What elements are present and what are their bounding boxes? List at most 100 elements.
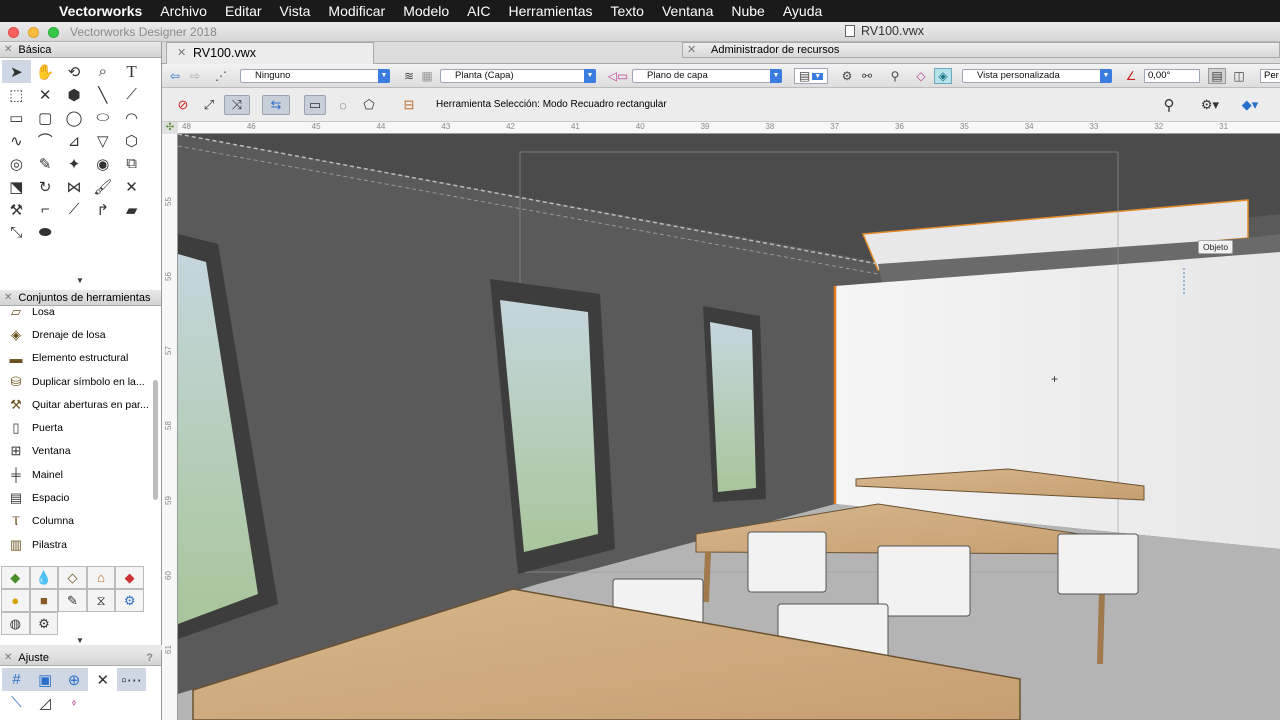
snap-object-icon[interactable]: ▣: [30, 668, 60, 691]
menu-nube[interactable]: Nube: [722, 3, 773, 19]
flyover-icon[interactable]: ⬢: [60, 83, 89, 106]
layer-options-icon[interactable]: ▦: [418, 68, 436, 84]
selection-tool-icon[interactable]: ➤: [2, 60, 31, 83]
building-toolset-icon[interactable]: ⌂: [86, 566, 116, 589]
water-toolset-icon[interactable]: 💧: [29, 566, 59, 589]
eyedropper-icon[interactable]: ✎: [31, 152, 60, 175]
toolsets-dropdown-arrow-icon[interactable]: ▼: [0, 636, 160, 646]
toolset-item-mainel[interactable]: ╪ Mainel: [0, 463, 161, 486]
menu-editar[interactable]: Editar: [216, 3, 271, 19]
site-toolset-icon[interactable]: ◆: [1, 566, 30, 589]
chamfer-icon[interactable]: ⟋: [60, 198, 89, 221]
snap-surface-icon[interactable]: ◿: [31, 691, 60, 714]
class-select[interactable]: Ninguno ▼: [240, 69, 390, 83]
standard-view-icon[interactable]: ◈: [934, 68, 952, 84]
shapes-toolset-icon[interactable]: ◆: [115, 566, 144, 589]
toolset-item-losa[interactable]: ▱ Losa: [0, 300, 161, 323]
clip-icon[interactable]: ⧉: [117, 152, 146, 175]
spiral-icon[interactable]: ◎: [2, 152, 31, 175]
angle-axis-icon[interactable]: ∠: [1122, 68, 1140, 84]
close-tab-icon[interactable]: ✕: [687, 43, 696, 56]
split-view-icon[interactable]: ◫: [1230, 68, 1248, 84]
eraser-icon[interactable]: ▰: [117, 198, 146, 221]
plane-select[interactable]: Plano de capa ▼: [632, 69, 782, 83]
toolset-item-espacio[interactable]: ▤ Espacio: [0, 486, 161, 509]
menu-aic[interactable]: AIC: [458, 3, 499, 19]
toolset-item-pilastra[interactable]: ▥ Pilastra: [0, 533, 161, 556]
menu-modificar[interactable]: Modificar: [319, 3, 394, 19]
furniture-toolset-icon[interactable]: ■: [29, 589, 59, 612]
close-tab-icon[interactable]: ✕: [177, 46, 186, 59]
layers-icon[interactable]: ≋: [400, 68, 418, 84]
x-marker-icon[interactable]: ✕: [31, 83, 60, 106]
disable-interactive-scaling-icon[interactable]: ⊘: [172, 95, 194, 115]
double-line-icon[interactable]: ⟋: [117, 83, 146, 106]
layer-plane-icon[interactable]: ◁▭: [606, 68, 630, 84]
mirror-icon[interactable]: ⋈: [60, 175, 89, 198]
toolset-item-elemento[interactable]: ▬ Elemento estructural: [0, 347, 161, 370]
rounded-rectangle-icon[interactable]: ▢: [31, 106, 60, 129]
tool-preferences-icon[interactable]: ⊟: [396, 95, 422, 115]
menu-herramientas[interactable]: Herramientas: [499, 3, 601, 19]
freehand-icon[interactable]: ∿: [2, 129, 31, 152]
hexagon-icon[interactable]: ⬡: [117, 129, 146, 152]
settings-gear-icon[interactable]: ⚙▾: [1196, 95, 1224, 115]
horizontal-ruler[interactable]: 48 46 45 44 43 42 41 40 39 38 37 36 35 34 33 32 31: [178, 122, 1280, 134]
toolset-item-drenaje[interactable]: ◈ Drenaje de losa: [0, 323, 161, 346]
snap-tangent-icon[interactable]: ⟍: [2, 691, 31, 714]
angle-field[interactable]: 0,00°: [1144, 69, 1200, 83]
oval-tool-icon[interactable]: ⬭: [88, 106, 117, 129]
toolset-item-ventana[interactable]: ⊞ Ventana: [0, 440, 161, 463]
tab-rv100[interactable]: ✕ RV100.vwx: [166, 42, 374, 64]
rotate-tool-icon[interactable]: ↻: [31, 175, 60, 198]
back-arrow-icon[interactable]: ⇦: [166, 68, 184, 84]
working-plane-icon[interactable]: ◇: [912, 68, 930, 84]
detail-toolset-icon[interactable]: ⧖: [86, 589, 116, 612]
render-settings-icon[interactable]: ⚙: [838, 68, 856, 84]
polyline-icon[interactable]: ⌒: [31, 129, 60, 152]
close-window-button[interactable]: [8, 27, 19, 38]
pan-hand-icon[interactable]: ✋: [31, 60, 60, 83]
polygon-marquee-icon[interactable]: ⬠: [358, 95, 380, 115]
ruler-origin-icon[interactable]: ✣: [162, 122, 178, 134]
machine-toolset-icon[interactable]: ⚙: [115, 589, 144, 612]
menu-vista[interactable]: Vista: [271, 3, 320, 19]
line-tool-icon[interactable]: ╲: [88, 83, 117, 106]
toolset-scrollbar[interactable]: [153, 380, 158, 500]
toolset-item-columna[interactable]: Ⲧ Columna: [0, 510, 161, 533]
snap-angle-icon[interactable]: ⊕: [59, 668, 89, 691]
reshape-icon[interactable]: ⬔: [2, 175, 31, 198]
fillet-icon[interactable]: ⌐: [31, 198, 60, 221]
marquee-icon[interactable]: ⬚: [2, 83, 31, 106]
rectangular-marquee-icon[interactable]: ▭: [304, 95, 326, 115]
menu-ventana[interactable]: Ventana: [653, 3, 722, 19]
slab-toolset-icon[interactable]: ◇: [58, 566, 87, 589]
perspective-select[interactable]: Per: [1260, 69, 1280, 83]
navigation-palette-icon[interactable]: ▤: [1208, 68, 1226, 84]
hidden-line-icon[interactable]: ⚯: [858, 68, 876, 84]
offset-icon[interactable]: ↱: [88, 198, 117, 221]
multiple-object-scaling-icon[interactable]: ⤨: [224, 95, 250, 115]
zoom-window-button[interactable]: [48, 27, 59, 38]
close-icon[interactable]: ✕: [4, 44, 12, 55]
toolset-item-duplicar[interactable]: ⛁ Duplicar símbolo en la...: [0, 370, 161, 393]
lasso-marquee-icon[interactable]: ◌: [332, 95, 354, 115]
rotate-view-icon[interactable]: ⟲: [60, 60, 89, 83]
single-object-scaling-icon[interactable]: ⤢: [198, 95, 220, 115]
help-icon[interactable]: ?: [146, 652, 153, 664]
palette-dropdown-arrow-icon[interactable]: ▼: [0, 276, 160, 286]
menu-archivo[interactable]: Archivo: [151, 3, 216, 19]
annotation-toolset-icon[interactable]: ✎: [58, 589, 87, 612]
transform-mode-icon[interactable]: ⇆: [262, 95, 290, 115]
view-select[interactable]: Vista personalizada ▼: [962, 69, 1112, 83]
vertical-ruler[interactable]: 55 56 57 58 59 60 61: [162, 122, 178, 720]
class-visibility-icon[interactable]: ⋰: [212, 68, 230, 84]
visibility-icon[interactable]: ◉: [88, 152, 117, 175]
render-shortcut-icon[interactable]: ◆▾: [1236, 95, 1264, 115]
toolset-item-puerta[interactable]: ▯ Puerta: [0, 416, 161, 439]
zoom-tool-icon[interactable]: ⚲: [886, 68, 904, 84]
drawing-canvas[interactable]: Objeto +: [178, 134, 1280, 720]
snap-intersection-icon[interactable]: ✕: [88, 668, 117, 691]
attribute-mapping-icon[interactable]: ⚒: [2, 198, 31, 221]
tab-resource-manager[interactable]: ✕ Administrador de recursos: [682, 42, 1280, 58]
